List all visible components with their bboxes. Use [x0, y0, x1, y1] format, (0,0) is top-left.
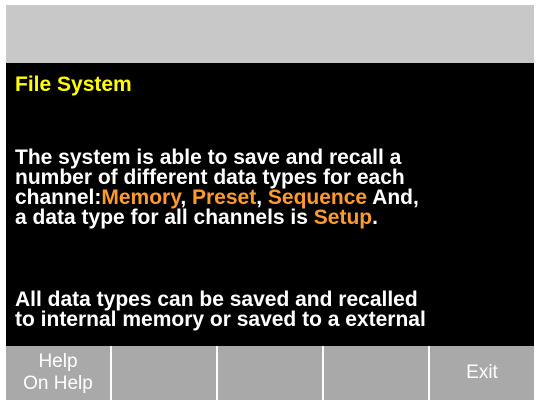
softkey-label-stack: Help On Help [23, 351, 93, 395]
softkey-2[interactable] [112, 346, 216, 400]
help-paragraph-data-types: The system is able to save and recall a … [15, 147, 419, 229]
help-title: File System [15, 73, 132, 96]
exit-softkey[interactable]: Exit [430, 346, 534, 400]
paragraph-text: . [372, 206, 378, 229]
softkey-label-line1: Help [38, 351, 78, 372]
term-setup: Setup [313, 206, 373, 229]
softkey-3[interactable] [218, 346, 322, 400]
help-paragraph-save-recall: All data types can be saved and recalled… [15, 288, 426, 331]
help-on-help-softkey[interactable]: Help On Help [6, 346, 110, 400]
help-panel: File System The system is able to save a… [6, 63, 534, 346]
status-bar [6, 5, 534, 63]
softkey-label-line2: On Help [23, 373, 93, 394]
softkey-4[interactable] [324, 346, 428, 400]
softkey-bar: Help On Help Exit [6, 346, 534, 400]
instrument-screen: File System The system is able to save a… [0, 0, 540, 404]
